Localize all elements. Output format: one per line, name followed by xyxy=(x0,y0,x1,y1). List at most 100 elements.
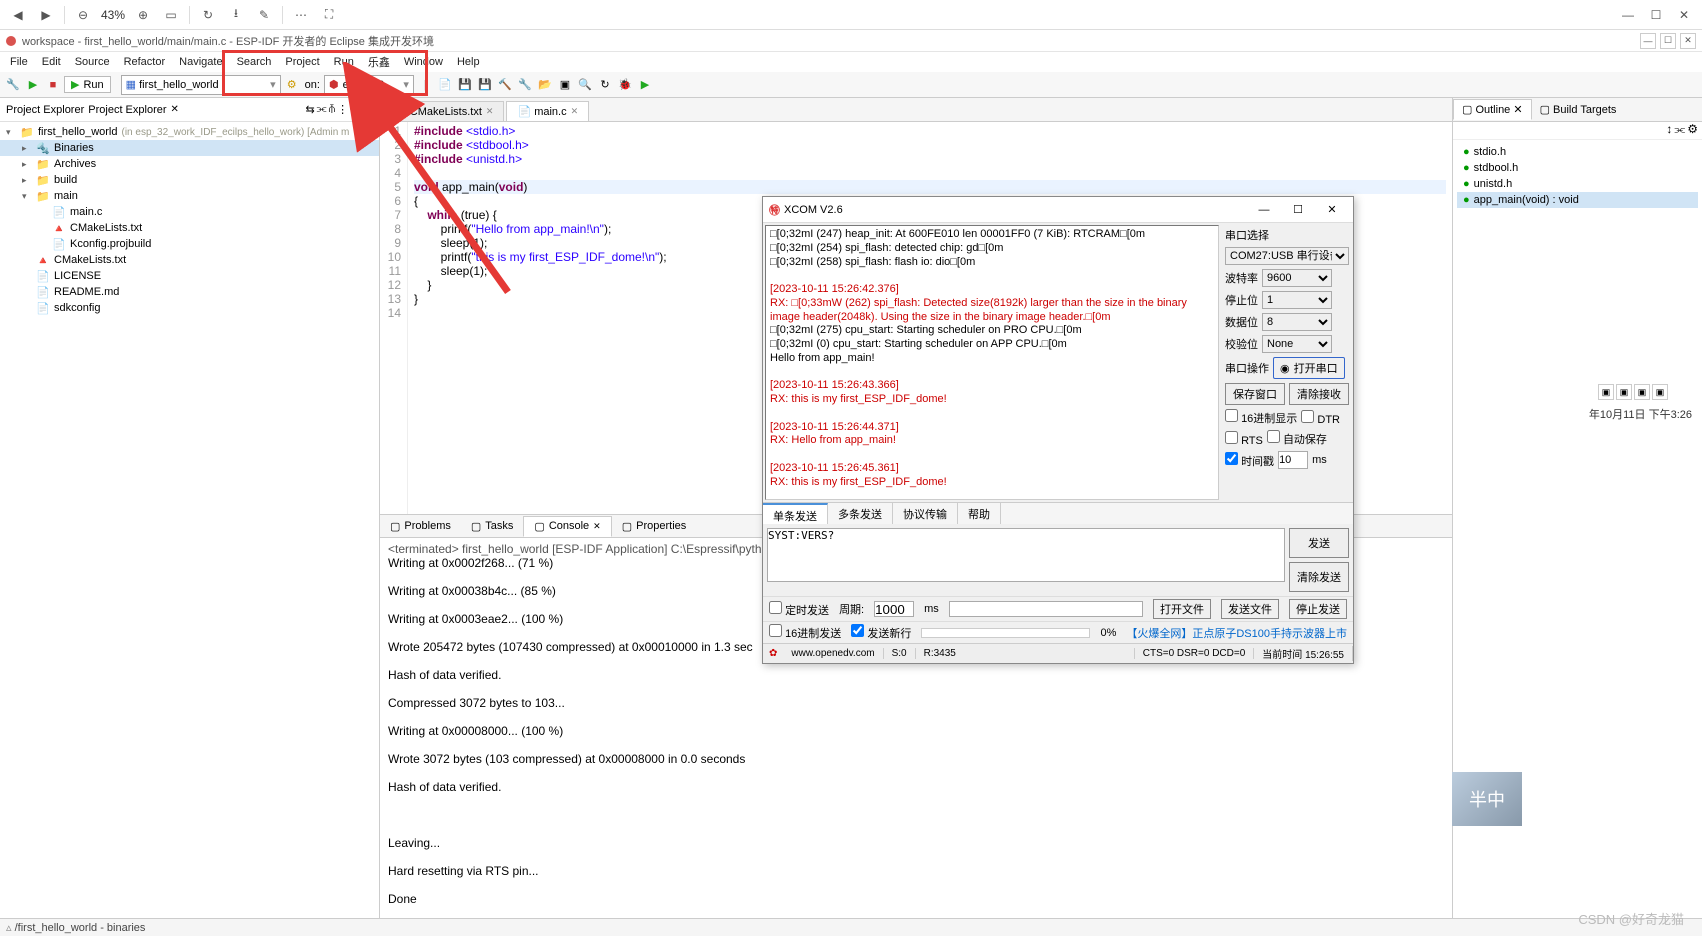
project-tree[interactable]: ▾📁first_hello_world (in esp_32_work_IDF_… xyxy=(0,122,379,318)
tree-node[interactable]: ▸🔩Binaries xyxy=(0,140,379,156)
tree-node[interactable]: ▸📁build xyxy=(0,172,379,188)
tree-node[interactable]: 🔺CMakeLists.txt xyxy=(0,252,379,268)
ide-max-icon[interactable]: ☐ xyxy=(1660,33,1676,49)
menu-search[interactable]: Search xyxy=(231,54,278,70)
outline-item[interactable]: ● app_main(void) : void xyxy=(1457,192,1698,208)
clear-recv-button[interactable]: 清除接收 xyxy=(1289,383,1349,405)
bottom-tab-console[interactable]: ▢ Console ✕ xyxy=(523,516,611,537)
port-select[interactable]: COM27:USB 串行设备 xyxy=(1225,247,1349,265)
mini-icon[interactable]: ▣ xyxy=(1598,384,1614,400)
more-icon[interactable]: ⋯ xyxy=(291,5,311,25)
xcom-tab[interactable]: 多条发送 xyxy=(828,503,893,524)
stop-icon[interactable]: ■ xyxy=(44,76,62,94)
clear-send-button[interactable]: 清除发送 xyxy=(1289,562,1349,592)
outline-item[interactable]: ● stdbool.h xyxy=(1457,160,1698,176)
stop-select[interactable]: 1 xyxy=(1262,291,1332,309)
zoom-in-icon[interactable]: ⊕ xyxy=(133,5,153,25)
open-file-button[interactable]: 打开文件 xyxy=(1153,599,1211,619)
filter-icon[interactable]: ⫚ xyxy=(329,103,336,116)
ide-min-icon[interactable]: — xyxy=(1640,33,1656,49)
menu-navigate[interactable]: Navigate xyxy=(173,54,228,70)
run-green-icon[interactable]: ▶ xyxy=(24,76,42,94)
file-path-input[interactable] xyxy=(949,601,1143,617)
rts-check[interactable]: RTS xyxy=(1225,431,1263,447)
nav-fwd-icon[interactable]: ▶ xyxy=(36,5,56,25)
xcom-tab[interactable]: 帮助 xyxy=(958,503,1001,524)
parity-select[interactable]: None xyxy=(1262,335,1332,353)
send-textarea[interactable]: SYST:VERS? xyxy=(767,528,1285,582)
stop-send-button[interactable]: 停止发送 xyxy=(1289,599,1347,619)
dtr-check[interactable]: DTR xyxy=(1301,410,1340,426)
open-port-button[interactable]: ◉ 打开串口 xyxy=(1273,357,1345,379)
ide-close-icon[interactable]: ✕ xyxy=(1680,33,1696,49)
outline-item[interactable]: ● stdio.h xyxy=(1457,144,1698,160)
hammer-icon[interactable]: 🔧 xyxy=(4,76,22,94)
run-button[interactable]: ▶Run xyxy=(64,76,111,93)
tree-node[interactable]: 📄Kconfig.projbuild xyxy=(0,236,379,252)
min2-icon[interactable]: — xyxy=(350,103,361,116)
fit-icon[interactable]: ▭ xyxy=(161,5,181,25)
data-select[interactable]: 8 xyxy=(1262,313,1332,331)
zoom-out-icon[interactable]: ⊖ xyxy=(73,5,93,25)
ad-link[interactable]: 【火爆全网】正点原子DS100手持示波器上市 xyxy=(1126,625,1347,641)
menu-window[interactable]: Window xyxy=(398,54,449,70)
gear-icon[interactable]: ⚙ xyxy=(283,76,301,94)
refresh-icon[interactable]: ↻ xyxy=(596,76,614,94)
outline-filter-icon[interactable]: ⫘ xyxy=(1674,122,1685,139)
menu-refactor[interactable]: Refactor xyxy=(118,54,172,70)
ts-input[interactable] xyxy=(1278,451,1308,469)
baud-select[interactable]: 9600 xyxy=(1262,269,1332,287)
term-icon[interactable]: ▣ xyxy=(556,76,574,94)
period-input[interactable] xyxy=(874,601,914,617)
xcom-tab[interactable]: 单条发送 xyxy=(763,503,828,524)
menu-source[interactable]: Source xyxy=(69,54,116,70)
tree-node[interactable]: 📄README.md xyxy=(0,284,379,300)
send-button[interactable]: 发送 xyxy=(1289,528,1349,558)
save-icon[interactable]: 💾 xyxy=(456,76,474,94)
max-icon[interactable]: ☐ xyxy=(1646,5,1666,25)
folder-icon[interactable]: 📂 xyxy=(536,76,554,94)
newline-check[interactable]: 发送新行 xyxy=(851,624,911,641)
bottom-tab-problems[interactable]: ▢ Problems xyxy=(380,517,461,536)
download-icon[interactable]: ⭳ xyxy=(226,5,246,25)
max2-icon[interactable]: ☐ xyxy=(363,103,373,116)
menu-乐鑫[interactable]: 乐鑫 xyxy=(362,52,396,72)
menu-run[interactable]: Run xyxy=(328,54,360,70)
search2-icon[interactable]: 🔍 xyxy=(576,76,594,94)
saveall-icon[interactable]: 💾 xyxy=(476,76,494,94)
tree-node[interactable]: 📄main.c xyxy=(0,204,379,220)
mini-icon2[interactable]: ▣ xyxy=(1616,384,1632,400)
hex-send-check[interactable]: 16进制发送 xyxy=(769,624,841,641)
mini-icon3[interactable]: ▣ xyxy=(1634,384,1650,400)
save-window-button[interactable]: 保存窗口 xyxy=(1225,383,1285,405)
tree-node[interactable]: 📄sdkconfig xyxy=(0,300,379,316)
fullscreen-icon[interactable]: ⛶ xyxy=(319,5,339,25)
menu-project[interactable]: Project xyxy=(279,54,325,70)
hex-disp-check[interactable]: 16进制显示 xyxy=(1225,409,1297,426)
outline-sort-icon[interactable]: ↕ xyxy=(1666,122,1672,139)
menu-edit[interactable]: Edit xyxy=(36,54,67,70)
xcom-min-icon[interactable]: — xyxy=(1249,200,1279,220)
tree-node[interactable]: ▾📁main xyxy=(0,188,379,204)
menu-help[interactable]: Help xyxy=(451,54,486,70)
link-icon[interactable]: ⫘ xyxy=(317,103,327,116)
xcom-window[interactable]: ㊕ XCOM V2.6 — ☐ ✕ □[0;32mI (247) heap_in… xyxy=(762,196,1354,664)
xcom-tab[interactable]: 协议传输 xyxy=(893,503,958,524)
outline-item[interactable]: ● unistd.h xyxy=(1457,176,1698,192)
wrench-icon[interactable]: 🔧 xyxy=(516,76,534,94)
rotate-icon[interactable]: ↻ xyxy=(198,5,218,25)
menu-file[interactable]: File xyxy=(4,54,34,70)
launch-config-select[interactable]: ▦ first_hello_world ▾ xyxy=(121,75,281,95)
tree-node[interactable]: ▸📁Archives xyxy=(0,156,379,172)
close-icon[interactable]: ✕ xyxy=(1674,5,1694,25)
right-tab[interactable]: ▢ Build Targets xyxy=(1532,100,1625,119)
nav-back-icon[interactable]: ◀ xyxy=(8,5,28,25)
tree-node[interactable]: 🔺CMakeLists.txt xyxy=(0,220,379,236)
bottom-tab-tasks[interactable]: ▢ Tasks xyxy=(461,517,524,536)
outline-opts-icon[interactable]: ⚙ xyxy=(1687,122,1698,139)
mini-icon4[interactable]: ▣ xyxy=(1652,384,1668,400)
min-icon[interactable]: — xyxy=(1618,5,1638,25)
autosave-check[interactable]: 自动保存 xyxy=(1267,430,1327,447)
editor-tab[interactable]: 📄 main.c ✕ xyxy=(506,101,589,121)
timestamp-check[interactable]: 时间戳 xyxy=(1225,452,1274,469)
